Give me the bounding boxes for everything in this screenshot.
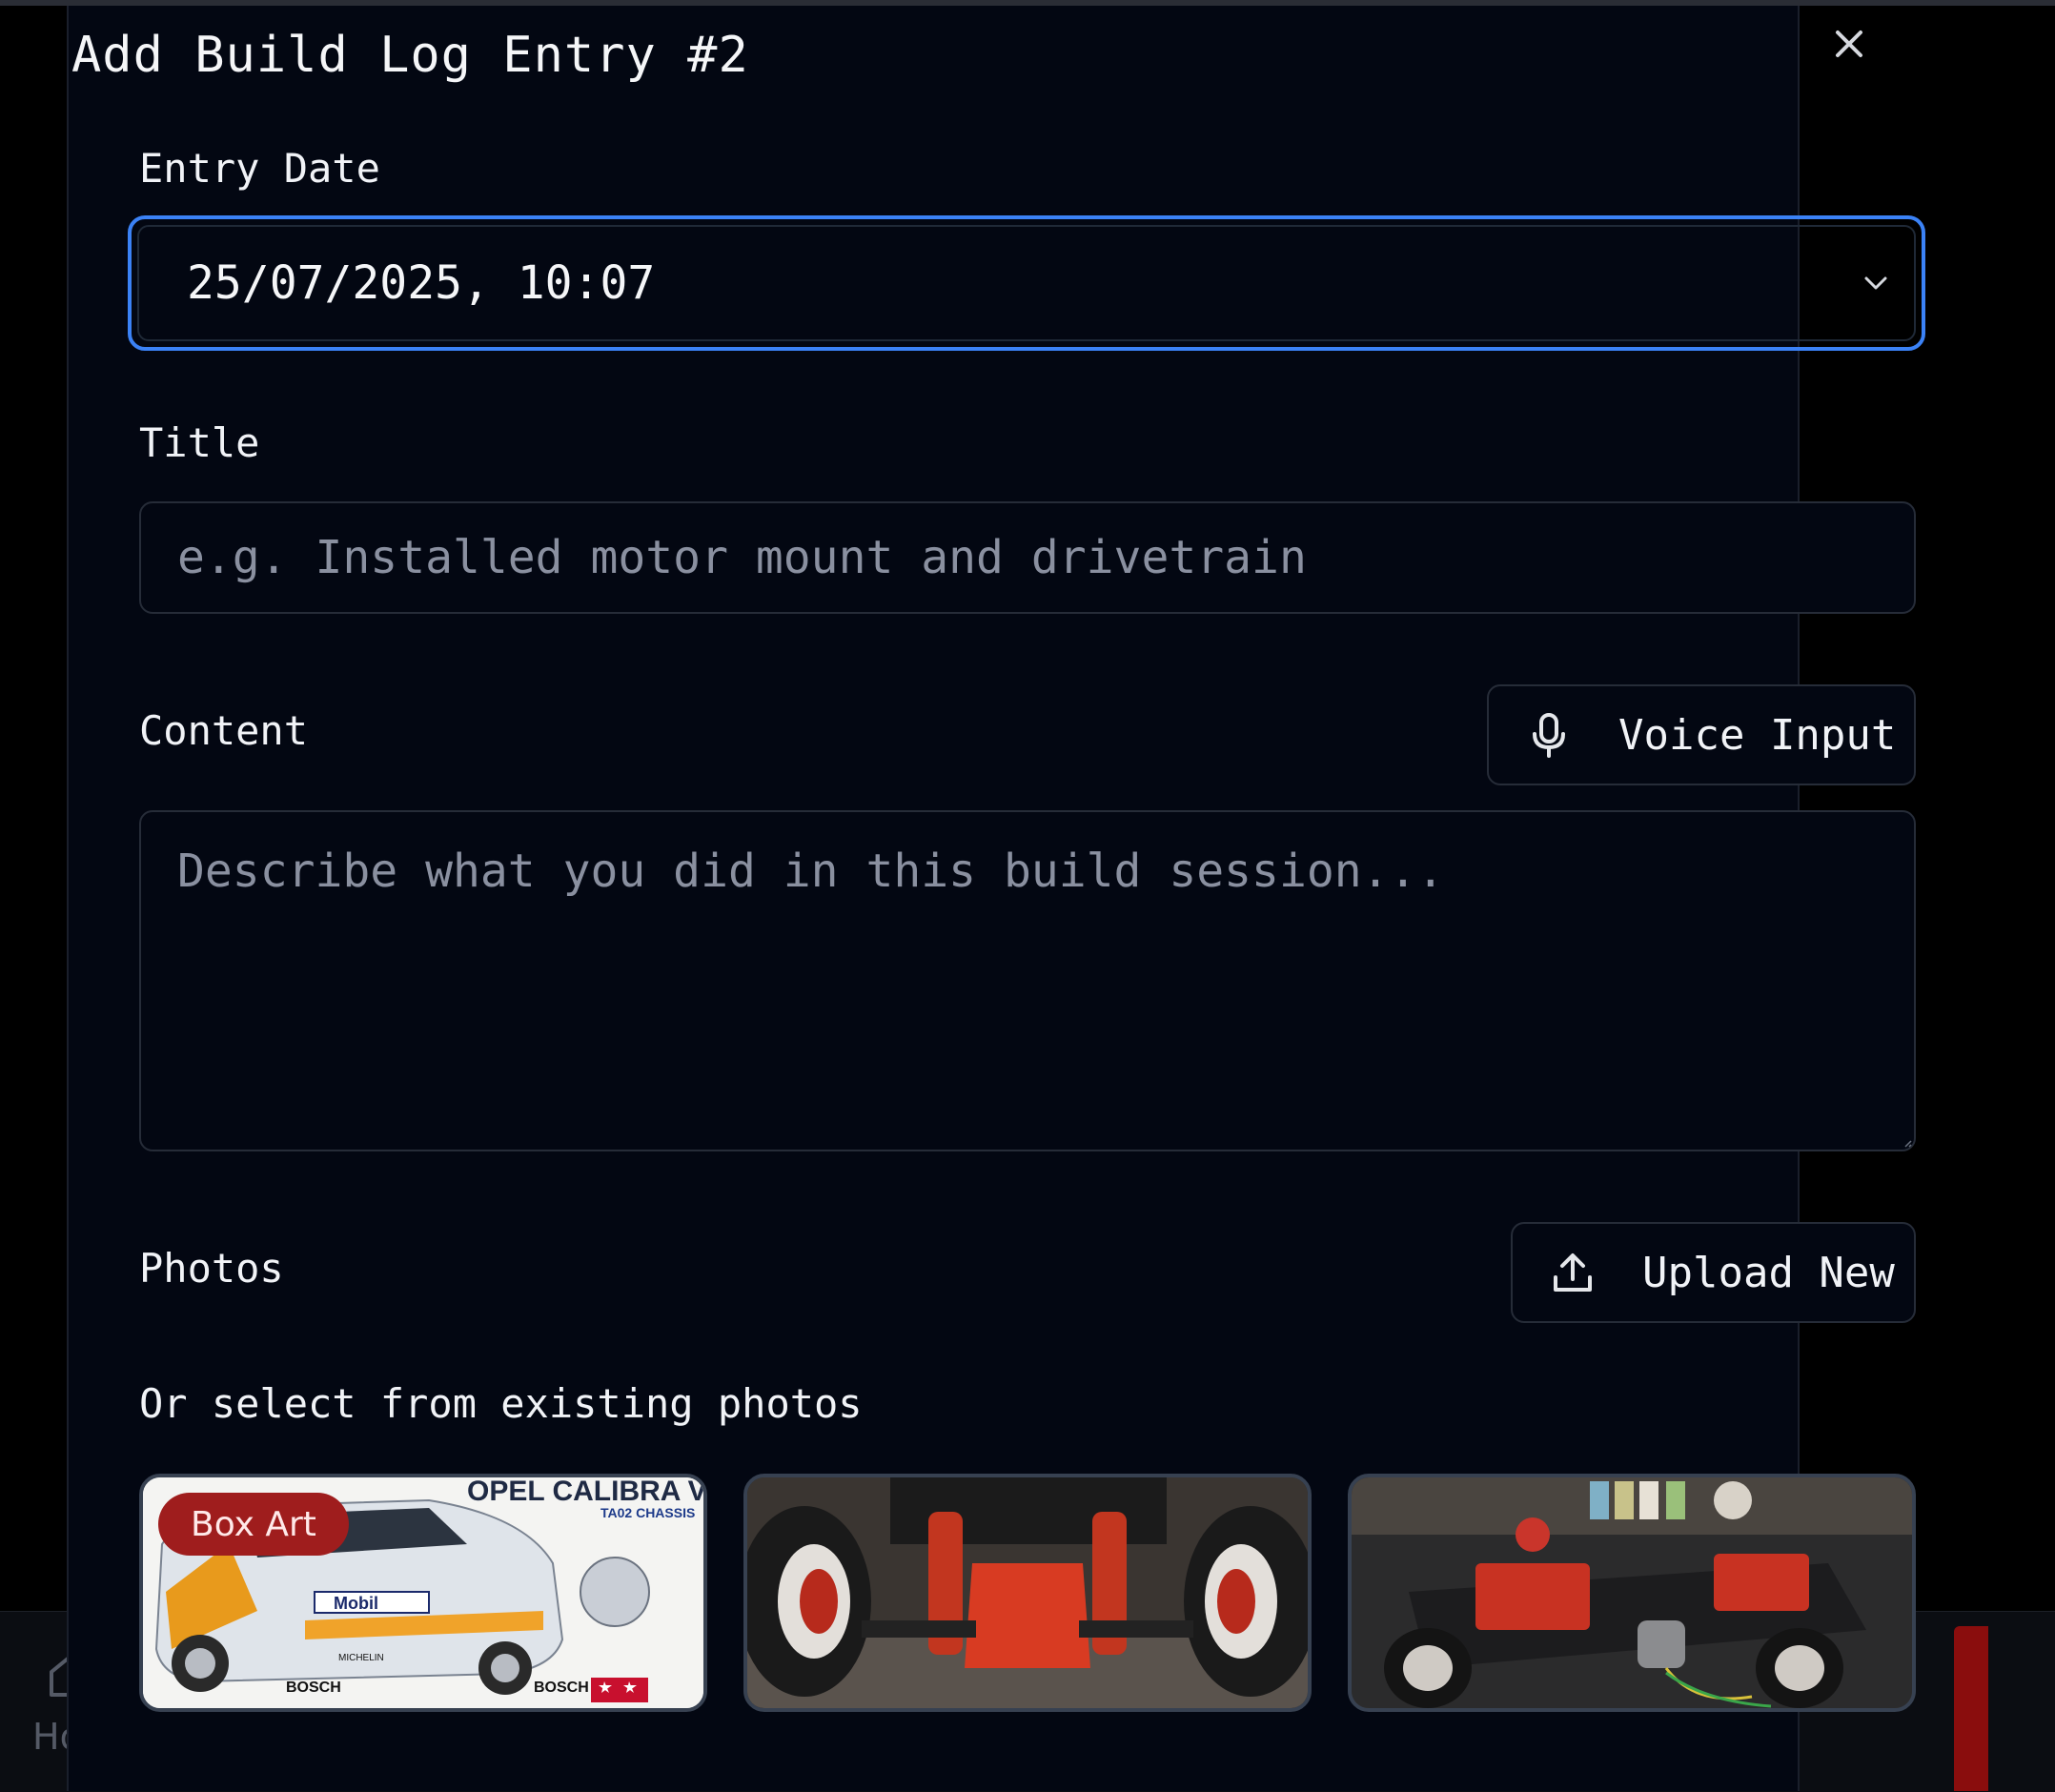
voice-input-button[interactable]: Voice Input bbox=[1487, 684, 1916, 785]
svg-text:Mobil: Mobil bbox=[334, 1594, 378, 1613]
upload-new-label: Upload New bbox=[1642, 1248, 1895, 1297]
content-textarea[interactable] bbox=[139, 810, 1916, 1151]
svg-text:BOSCH: BOSCH bbox=[286, 1680, 341, 1696]
title-label: Title bbox=[139, 419, 260, 466]
close-button[interactable] bbox=[1822, 17, 1876, 71]
box-art-badge: Box Art bbox=[158, 1493, 349, 1556]
modal-title: Add Build Log Entry #2 bbox=[71, 27, 749, 84]
svg-text:TA02 CHASSIS: TA02 CHASSIS bbox=[600, 1505, 695, 1520]
chassis-front-image bbox=[747, 1477, 1308, 1708]
chassis-bench-image bbox=[1352, 1477, 1912, 1708]
photo-thumbnail-chassis-bench[interactable] bbox=[1348, 1474, 1916, 1712]
close-icon bbox=[1836, 31, 1862, 57]
background-fab-edge bbox=[1954, 1626, 1988, 1791]
voice-input-label: Voice Input bbox=[1618, 710, 1897, 760]
photos-label: Photos bbox=[139, 1245, 284, 1292]
svg-text:MICHELIN: MICHELIN bbox=[338, 1653, 384, 1663]
existing-photos-label: Or select from existing photos bbox=[139, 1380, 863, 1427]
svg-text:BOSCH: BOSCH bbox=[534, 1680, 589, 1696]
photo-thumbnail-chassis-front[interactable] bbox=[743, 1474, 1312, 1712]
chevron-down-icon bbox=[1864, 276, 1887, 290]
resize-handle-icon[interactable] bbox=[1902, 1138, 1912, 1148]
entry-date-label: Entry Date bbox=[139, 145, 380, 192]
microphone-icon bbox=[1533, 713, 1565, 758]
upload-icon bbox=[1554, 1253, 1592, 1292]
entry-date-value: 25/07/2025, 10:07 bbox=[187, 256, 656, 310]
title-input[interactable] bbox=[139, 501, 1916, 614]
upload-new-button[interactable]: Upload New bbox=[1511, 1222, 1916, 1323]
entry-date-field[interactable]: 25/07/2025, 10:07 bbox=[128, 215, 1925, 351]
existing-photos-grid: OPEL CALIBRA V6 TA02 CHASSIS Mobil BOSCH… bbox=[139, 1474, 1916, 1712]
photo-thumbnail-box-art[interactable]: OPEL CALIBRA V6 TA02 CHASSIS Mobil BOSCH… bbox=[139, 1474, 707, 1712]
content-label: Content bbox=[139, 707, 309, 754]
svg-text:OPEL CALIBRA V6: OPEL CALIBRA V6 bbox=[467, 1477, 703, 1507]
